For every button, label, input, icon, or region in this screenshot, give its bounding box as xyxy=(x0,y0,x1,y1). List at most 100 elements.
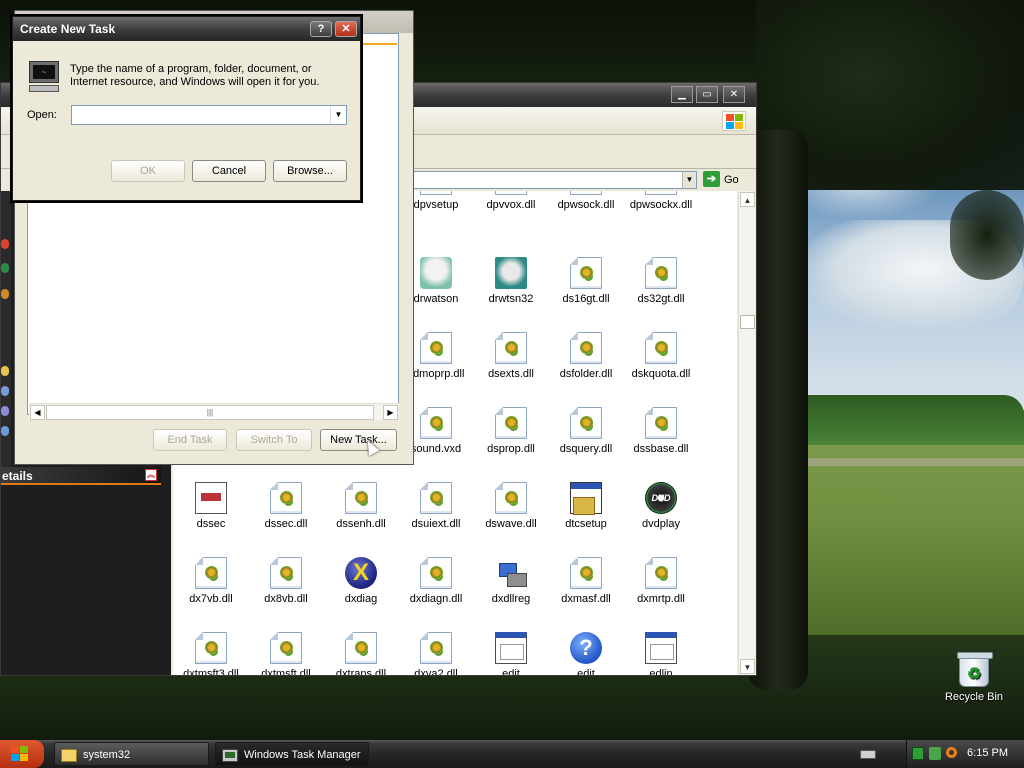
reg-file-icon xyxy=(495,557,527,589)
file-item[interactable]: dxdiagn.dll xyxy=(399,557,473,605)
close-button[interactable]: ✕ xyxy=(335,21,357,37)
file-name: dxva2.dll xyxy=(414,668,458,675)
collapse-chevron-icon[interactable]: ︽ xyxy=(145,469,157,481)
file-item[interactable]: dxva2.dll xyxy=(399,632,473,675)
file-item[interactable]: dsuiext.dll xyxy=(399,482,473,530)
address-input[interactable]: ▼ xyxy=(413,171,697,189)
task-manager-tray-icon[interactable] xyxy=(912,747,924,760)
file-item[interactable]: drwtsn32 xyxy=(474,257,548,305)
start-button[interactable] xyxy=(0,740,44,768)
chevron-down-icon[interactable]: ▼ xyxy=(330,106,346,124)
details-label: etails xyxy=(2,469,33,483)
file-item[interactable]: dxtmsft3.dll xyxy=(174,632,248,675)
minimize-button[interactable]: ▁ xyxy=(671,86,693,103)
file-name: dxmasf.dll xyxy=(561,593,611,605)
sidebar-item-icon[interactable] xyxy=(1,366,9,376)
file-name: dsprop.dll xyxy=(487,443,535,455)
file-item[interactable]: dssec xyxy=(174,482,248,530)
sidebar-item-icon[interactable] xyxy=(1,406,9,416)
file-name: dxdllreg xyxy=(491,593,531,605)
sidebar-item-icon[interactable] xyxy=(1,263,9,273)
exe-file-icon xyxy=(495,632,527,664)
scroll-up-arrow-icon[interactable]: ▲ xyxy=(740,192,755,207)
close-button[interactable]: ✕ xyxy=(723,86,745,103)
scroll-left-arrow-icon[interactable]: ◀ xyxy=(30,405,45,420)
scroll-down-arrow-icon[interactable]: ▼ xyxy=(740,659,755,674)
scrollbar-thumb[interactable] xyxy=(740,315,755,329)
sidebar-item-icon[interactable] xyxy=(1,289,9,299)
file-name: edlin xyxy=(649,668,673,675)
dll-file-icon xyxy=(645,332,677,364)
file-name: dssec.dll xyxy=(264,518,308,530)
new-task-button[interactable]: New Task... xyxy=(320,429,397,451)
horizontal-scrollbar[interactable]: ◀ ||| ▶ xyxy=(29,403,399,420)
file-item[interactable]: dtcsetup xyxy=(549,482,623,530)
scroll-right-arrow-icon[interactable]: ▶ xyxy=(383,405,398,420)
file-item[interactable]: DVD dvdplay xyxy=(624,482,698,530)
file-item[interactable]: dxtrans.dll xyxy=(324,632,398,675)
file-item[interactable]: dsquery.dll xyxy=(549,407,623,455)
file-item[interactable]: dskquota.dll xyxy=(624,332,698,380)
clock[interactable]: 6:15 PM xyxy=(967,747,1008,759)
recycle-bin-desktop-icon[interactable]: ♻ Recycle Bin xyxy=(940,652,1008,703)
open-combobox[interactable]: ▼ xyxy=(71,105,347,125)
file-item[interactable]: dssbase.dll xyxy=(624,407,698,455)
help-button[interactable]: ? xyxy=(310,21,332,37)
help-file-icon: ? xyxy=(570,632,602,664)
taskbar-button-system32[interactable]: system32 xyxy=(54,742,209,766)
go-button[interactable]: ➔ Go xyxy=(703,171,753,189)
file-item[interactable]: Xdxdiag xyxy=(324,557,398,605)
file-item[interactable]: dx8vb.dll xyxy=(249,557,323,605)
file-name: dsuiext.dll xyxy=(411,518,461,530)
open-input[interactable] xyxy=(72,106,328,124)
file-name: dx8vb.dll xyxy=(264,593,308,605)
vertical-scrollbar[interactable]: ▲ ▼ xyxy=(738,191,755,675)
file-item[interactable]: dpwsockx.dll xyxy=(624,191,698,211)
maximize-button[interactable]: ▭ xyxy=(696,86,718,103)
file-item[interactable]: dswave.dll xyxy=(474,482,548,530)
dialog-title: Create New Task xyxy=(20,22,116,36)
dll-file-icon xyxy=(645,407,677,439)
file-name: dxtmsft3.dll xyxy=(183,668,239,675)
file-item[interactable]: dssec.dll xyxy=(249,482,323,530)
file-name: dpvvox.dll xyxy=(486,199,536,211)
dll-file-icon xyxy=(345,632,377,664)
cancel-button[interactable]: Cancel xyxy=(192,160,266,182)
file-item[interactable]: dxtmsft.dll xyxy=(249,632,323,675)
network-icon[interactable] xyxy=(929,747,941,760)
sidebar-item-icon[interactable] xyxy=(1,386,9,396)
file-item[interactable]: ds32gt.dll xyxy=(624,257,698,305)
file-item[interactable]: edit xyxy=(474,632,548,675)
file-name: dssec xyxy=(196,518,226,530)
browse-button[interactable]: Browse... xyxy=(273,160,347,182)
scrollbar-thumb[interactable]: ||| xyxy=(46,405,374,420)
file-item[interactable]: dx7vb.dll xyxy=(174,557,248,605)
file-item[interactable]: dsprop.dll xyxy=(474,407,548,455)
dialog-titlebar[interactable]: Create New Task ? ✕ xyxy=(13,17,360,41)
folder-icon xyxy=(61,748,77,762)
search-icon[interactable] xyxy=(946,747,957,758)
file-name: dxtrans.dll xyxy=(335,668,387,675)
file-item[interactable]: dssenh.dll xyxy=(324,482,398,530)
keyboard-icon[interactable] xyxy=(860,750,876,759)
switch-to-button[interactable]: Switch To xyxy=(236,429,312,451)
file-item[interactable]: dpwsock.dll xyxy=(549,191,623,211)
file-item[interactable]: dpvvox.dll xyxy=(474,191,548,211)
ok-button[interactable]: OK xyxy=(111,160,185,182)
windows-flag-icon xyxy=(11,746,29,762)
sidebar-item-icon[interactable] xyxy=(1,426,9,436)
file-item[interactable]: dxmasf.dll xyxy=(549,557,623,605)
file-item[interactable]: ? edit xyxy=(549,632,623,675)
chevron-down-icon[interactable]: ▼ xyxy=(682,172,696,188)
file-item[interactable]: dxmrtp.dll xyxy=(624,557,698,605)
file-item[interactable]: edlin xyxy=(624,632,698,675)
file-item[interactable]: dxdllreg xyxy=(474,557,548,605)
file-name: drwtsn32 xyxy=(488,293,534,305)
file-item[interactable]: ds16gt.dll xyxy=(549,257,623,305)
taskbar-button-task-manager[interactable]: Windows Task Manager xyxy=(215,742,369,766)
file-item[interactable]: dsexts.dll xyxy=(474,332,548,380)
end-task-button[interactable]: End Task xyxy=(153,429,227,451)
details-panel-header[interactable]: etails ︽ xyxy=(1,467,161,485)
file-item[interactable]: dsfolder.dll xyxy=(549,332,623,380)
sidebar-item-icon[interactable] xyxy=(1,239,9,249)
